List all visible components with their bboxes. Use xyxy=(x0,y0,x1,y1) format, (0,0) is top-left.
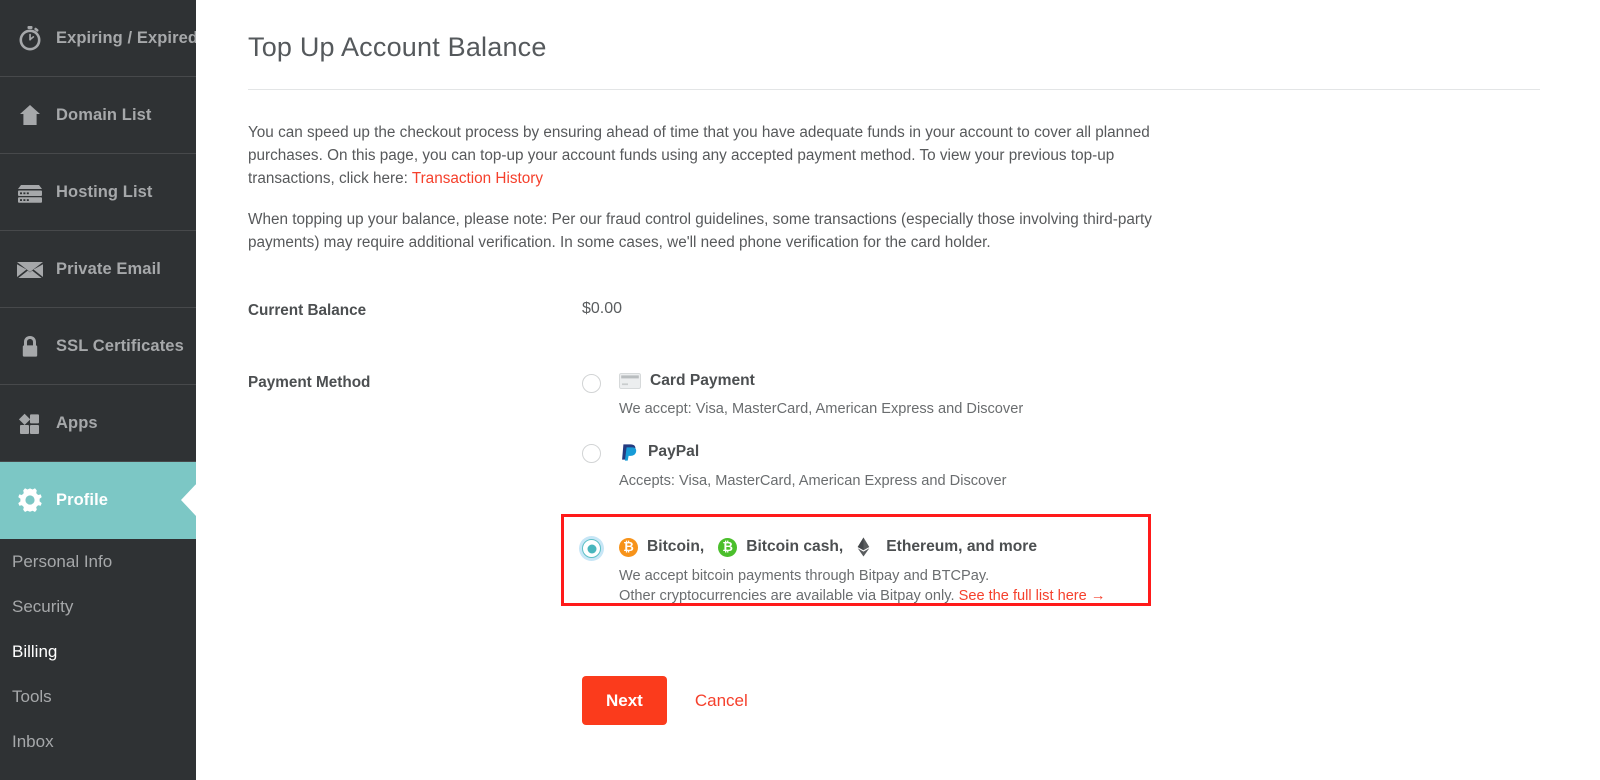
sidebar-item-label: Profile xyxy=(56,490,109,509)
radio-crypto[interactable] xyxy=(582,539,601,558)
sidebar: Expiring / Expired Domain List Hosting L… xyxy=(0,0,196,780)
payment-option-paypal-body: PayPal Accepts: Visa, MasterCard, Americ… xyxy=(619,442,1006,491)
current-balance-label: Current Balance xyxy=(248,302,367,319)
sidebar-subitem-tools[interactable]: Tools xyxy=(0,674,196,719)
page-title: Top Up Account Balance xyxy=(248,32,547,62)
intro-text-block: You can speed up the checkout process by… xyxy=(248,121,1204,254)
sidebar-item-label: Private Email xyxy=(56,259,161,278)
payment-option-card-description: We accept: Visa, MasterCard, American Ex… xyxy=(619,401,1024,417)
sidebar-item-label: Hosting List xyxy=(56,182,153,201)
sidebar-subitem-inbox[interactable]: Inbox xyxy=(0,719,196,764)
sidebar-subitem-security[interactable]: Security xyxy=(0,584,196,629)
crypto-description-line-2-text: Other cryptocurrencies are available via… xyxy=(619,588,959,604)
sidebar-subitem-label: Billing xyxy=(12,641,58,661)
apps-icon xyxy=(10,404,50,442)
bitcoin-icon: ₿ xyxy=(619,537,638,557)
sidebar-item-label: SSL Certificates xyxy=(56,336,184,355)
payment-option-card[interactable]: Card Payment We accept: Visa, MasterCard… xyxy=(582,372,1105,419)
next-button[interactable]: Next xyxy=(582,676,667,725)
main-content: Top Up Account Balance You can speed up … xyxy=(196,0,1600,780)
payment-option-crypto-title-3: Ethereum, and more xyxy=(886,538,1038,555)
sidebar-item-hosting-list[interactable]: Hosting List xyxy=(0,154,196,231)
cancel-button[interactable]: Cancel xyxy=(695,691,748,711)
payment-method-row: Payment Method Card Payment We accept: V… xyxy=(248,372,1600,606)
payment-option-crypto-title-2: Bitcoin cash, xyxy=(746,538,844,555)
payment-option-crypto-description: We accept bitcoin payments through Bitpa… xyxy=(619,566,1105,606)
sidebar-item-label: Apps xyxy=(56,413,98,432)
crypto-description-line-1: We accept bitcoin payments through Bitpa… xyxy=(619,568,990,584)
payment-option-paypal[interactable]: PayPal Accepts: Visa, MasterCard, Americ… xyxy=(582,442,1105,491)
sidebar-item-ssl-certificates[interactable]: SSL Certificates xyxy=(0,308,196,385)
gear-icon xyxy=(10,481,50,519)
payment-option-card-title: Card Payment xyxy=(650,372,755,389)
payment-option-card-head: Card Payment xyxy=(619,372,1023,390)
sidebar-item-label: Domain List xyxy=(56,105,152,124)
sidebar-item-expiring-expired[interactable]: Expiring / Expired xyxy=(0,0,196,77)
sidebar-subitem-label: Inbox xyxy=(12,731,54,751)
radio-card-payment[interactable] xyxy=(582,374,601,393)
payment-option-paypal-title: PayPal xyxy=(648,443,700,460)
payment-method-label: Payment Method xyxy=(248,374,371,391)
sidebar-item-label: Expiring / Expired xyxy=(56,28,196,47)
intro-paragraph-1-text: You can speed up the checkout process by… xyxy=(248,124,1150,187)
app-root: Expiring / Expired Domain List Hosting L… xyxy=(0,0,1600,780)
home-icon xyxy=(10,96,50,134)
sidebar-subitem-label: Security xyxy=(12,596,74,616)
sidebar-subitem-billing[interactable]: Billing xyxy=(0,629,196,674)
title-divider xyxy=(248,89,1540,90)
sidebar-item-profile[interactable]: Profile xyxy=(0,462,196,539)
bitcoin-cash-icon: ₿ xyxy=(718,537,738,557)
payment-option-crypto-title-1: Bitcoin, xyxy=(647,538,705,555)
sidebar-subitem-label: Personal Info xyxy=(12,551,113,571)
sidebar-item-apps[interactable]: Apps xyxy=(0,385,196,462)
payment-option-paypal-description: Accepts: Visa, MasterCard, American Expr… xyxy=(619,473,1007,489)
crypto-description-line-2: Other cryptocurrencies are available via… xyxy=(619,586,1105,606)
sidebar-subitem-label: Tools xyxy=(12,686,52,706)
paypal-icon xyxy=(619,442,639,462)
payment-option-crypto-head: ₿ Bitcoin, ₿ Bitcoin cash, Ethereum, and… xyxy=(619,537,1105,557)
form-actions: Next Cancel xyxy=(248,676,1600,725)
intro-paragraph-1: You can speed up the checkout process by… xyxy=(248,121,1204,190)
radio-paypal[interactable] xyxy=(582,444,601,463)
payment-method-options: Card Payment We accept: Visa, MasterCard… xyxy=(561,372,1151,606)
crypto-full-list-link[interactable]: See the full list here → xyxy=(959,588,1106,604)
stopwatch-icon xyxy=(10,19,50,57)
sidebar-item-domain-list[interactable]: Domain List xyxy=(0,77,196,154)
transaction-history-link[interactable]: Transaction History xyxy=(412,170,543,187)
server-icon xyxy=(10,173,50,211)
payment-option-paypal-head: PayPal xyxy=(619,442,1006,462)
payment-option-crypto[interactable]: ₿ Bitcoin, ₿ Bitcoin cash, Ethereum, and… xyxy=(561,514,1151,606)
lock-icon xyxy=(10,327,50,365)
active-indicator-notch xyxy=(181,484,196,516)
ethereum-icon xyxy=(857,537,870,557)
sidebar-item-private-email[interactable]: Private Email xyxy=(0,231,196,308)
current-balance-value: $0.00 xyxy=(582,300,623,317)
intro-paragraph-2: When topping up your balance, please not… xyxy=(248,211,1152,251)
sidebar-subitem-personal-info[interactable]: Personal Info xyxy=(0,539,196,584)
topup-form: Current Balance $0.00 Payment Method Car… xyxy=(248,300,1600,725)
current-balance-row: Current Balance $0.00 xyxy=(248,300,1600,320)
credit-card-icon xyxy=(619,373,641,389)
payment-option-card-body: Card Payment We accept: Visa, MasterCard… xyxy=(619,372,1023,419)
payment-option-crypto-body: ₿ Bitcoin, ₿ Bitcoin cash, Ethereum, and… xyxy=(619,537,1105,606)
envelope-icon xyxy=(10,250,50,288)
